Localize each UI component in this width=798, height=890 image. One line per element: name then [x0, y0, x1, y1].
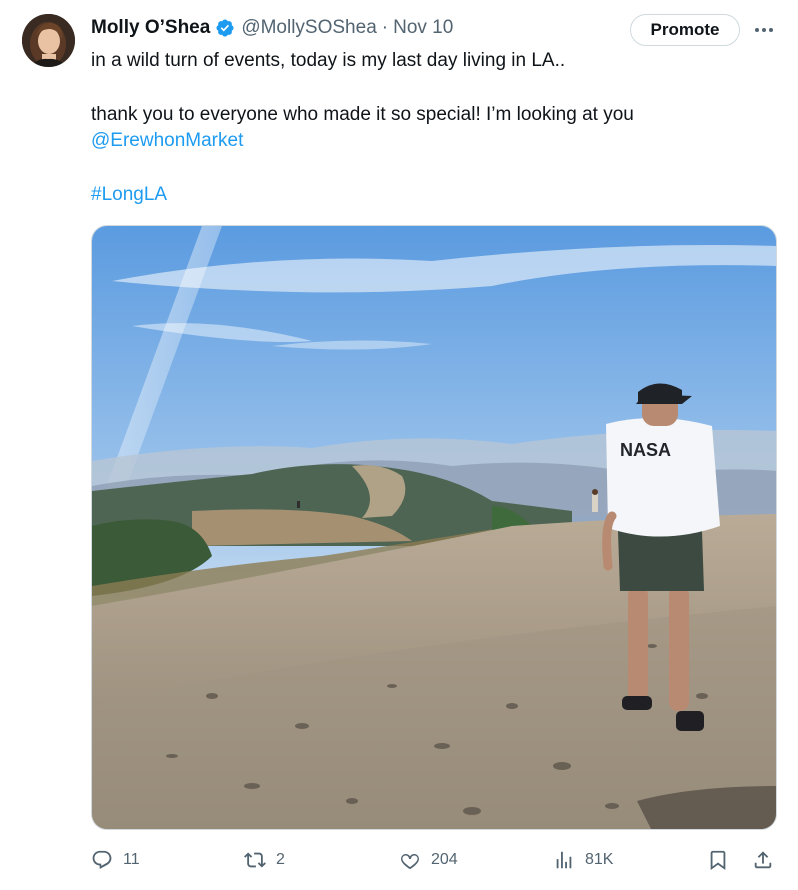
promote-button[interactable]: Promote	[630, 14, 740, 46]
reply-icon	[92, 850, 112, 870]
tweet-line-2: thank you to everyone who made it so spe…	[91, 104, 634, 125]
heart-icon	[401, 854, 419, 869]
hiking-photo: NASA	[92, 226, 776, 829]
shirt-logo-text: NASA	[620, 440, 671, 460]
avatar-image	[22, 14, 75, 67]
author-name[interactable]: Molly O’Shea	[91, 17, 210, 39]
like-count: 204	[431, 851, 458, 868]
views-count: 81K	[585, 851, 614, 868]
views-button[interactable]: 81K	[553, 845, 613, 875]
retweet-count: 2	[276, 851, 285, 868]
bookmark-icon	[710, 850, 726, 871]
more-options-icon[interactable]	[752, 18, 776, 42]
reply-count: 11	[123, 851, 140, 868]
tweet-line-1: in a wild turn of events, today is my la…	[91, 50, 566, 71]
views-chart-icon	[556, 851, 572, 869]
tweet-actions: 11 2 204 81K	[91, 845, 781, 875]
share-icon	[754, 851, 772, 869]
avatar[interactable]	[22, 14, 75, 67]
tweet-photo[interactable]: NASA	[91, 225, 777, 830]
reply-button[interactable]: 11	[91, 845, 140, 875]
separator-dot: ·	[381, 17, 389, 38]
bookmark-button[interactable]	[707, 845, 729, 875]
tweet-date[interactable]: Nov 10	[393, 17, 453, 39]
mention-link[interactable]: @ErewhonMarket	[91, 128, 243, 154]
retweet-button[interactable]: 2	[244, 845, 285, 875]
verified-badge-icon	[215, 18, 235, 38]
author-handle[interactable]: @MollySOShea	[241, 17, 376, 39]
retweet-icon	[244, 852, 266, 868]
tweet: Molly O’Shea @MollySOShea · Nov 10 Promo…	[0, 0, 798, 890]
share-button[interactable]	[752, 845, 774, 875]
hashtag-link[interactable]: #LongLA	[91, 182, 167, 208]
tweet-header: Molly O’Shea @MollySOShea · Nov 10	[91, 14, 453, 42]
like-button[interactable]: 204	[399, 845, 458, 875]
